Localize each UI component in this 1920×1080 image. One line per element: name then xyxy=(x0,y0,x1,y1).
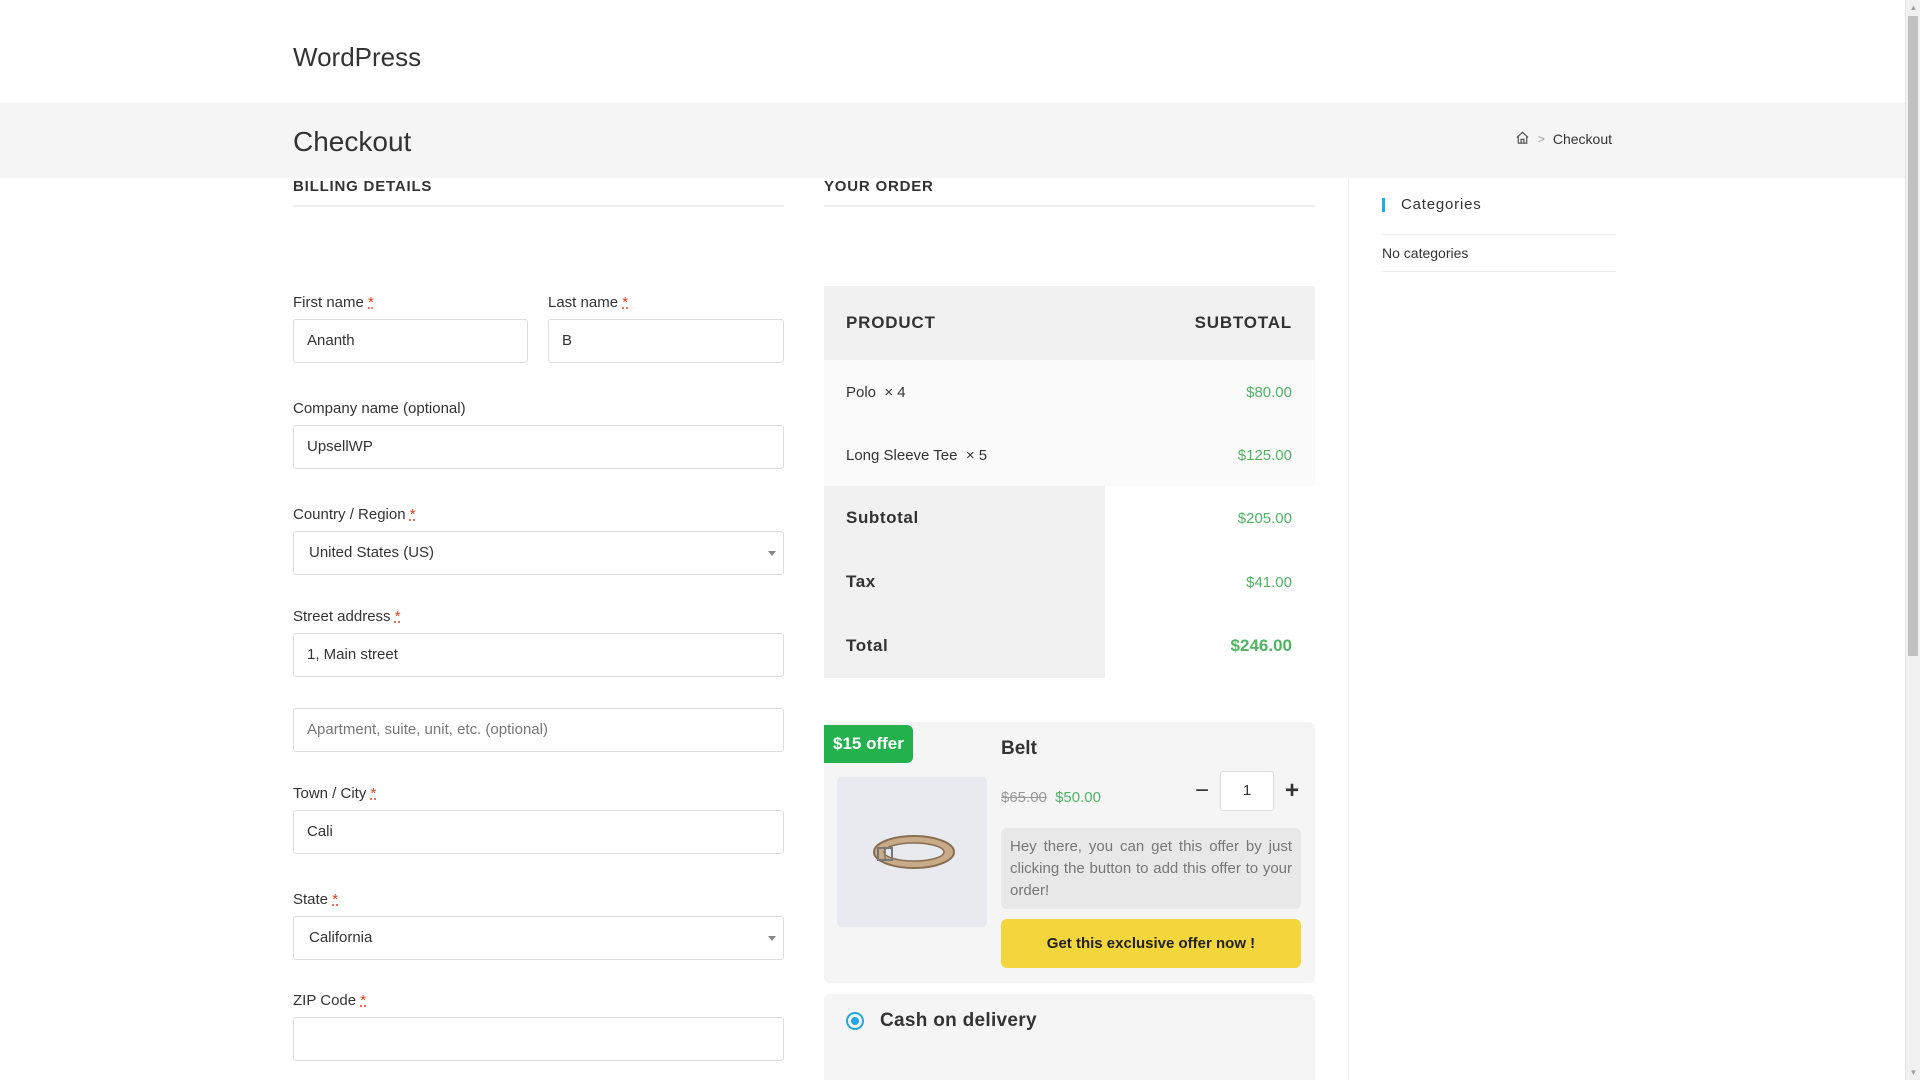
order-heading: YOUR ORDER xyxy=(824,121,1315,207)
get-offer-button[interactable]: Get this exclusive offer now ! xyxy=(1001,919,1301,968)
total-label: Total xyxy=(824,614,1105,678)
subtotal-value: $205.00 xyxy=(1237,509,1292,527)
order-table-header: PRODUCT SUBTOTAL xyxy=(824,286,1315,360)
country-select[interactable]: United States (US) xyxy=(293,531,784,575)
cart-item-row: Polo × 4 $80.00 xyxy=(824,360,1315,424)
offer-new-price: $50.00 xyxy=(1055,789,1101,806)
categories-empty: No categories xyxy=(1382,234,1616,272)
billing-heading: BILLING DETAILS xyxy=(293,121,784,207)
col-subtotal: SUBTOTAL xyxy=(1194,313,1292,332)
offer-quantity-stepper: − 1 + xyxy=(1184,771,1310,811)
company-label: Company name (optional) xyxy=(293,400,466,417)
offer-prices: $65.00 $50.00 xyxy=(1001,789,1101,806)
payment-methods: Cash on delivery xyxy=(824,994,1315,1080)
cart-item-name: Long Sleeve Tee × 5 xyxy=(846,446,988,464)
cart-item-price: $125.00 xyxy=(1237,446,1292,464)
country-label: Country / Region * xyxy=(293,506,416,523)
street2-input[interactable]: Apartment, suite, unit, etc. (optional) xyxy=(293,708,784,752)
scrollbar-thumb[interactable] xyxy=(1908,16,1918,656)
first-name-field: First name * Ananth xyxy=(293,294,528,363)
belt-product-image[interactable] xyxy=(837,777,987,927)
street2-field: Apartment, suite, unit, etc. (optional) xyxy=(293,708,784,752)
payment-radio[interactable] xyxy=(846,1012,864,1030)
city-field: Town / City * Cali xyxy=(293,785,784,854)
breadcrumb-separator: > xyxy=(1537,132,1545,146)
company-field: Company name (optional) UpsellWP xyxy=(293,400,784,469)
breadcrumb: > Checkout xyxy=(1515,130,1612,148)
page: WordPress Checkout > Checkout BILLING DE… xyxy=(0,0,1905,1080)
categories-widget-title: Categories xyxy=(1382,197,1616,212)
chevron-down-icon xyxy=(768,551,776,556)
company-input[interactable]: UpsellWP xyxy=(293,425,784,469)
street-field: Street address * 1, Main street xyxy=(293,608,784,677)
city-input[interactable]: Cali xyxy=(293,810,784,854)
total-value: $246.00 xyxy=(1230,636,1292,655)
payment-method-label[interactable]: Cash on delivery xyxy=(880,1010,1037,1032)
col-product: PRODUCT xyxy=(846,313,936,332)
zip-field: ZIP Code * xyxy=(293,992,784,1061)
country-value: United States (US) xyxy=(309,544,435,561)
total-row: Total $246.00 xyxy=(824,614,1315,678)
state-select[interactable]: California xyxy=(293,916,784,960)
zip-input[interactable] xyxy=(293,1017,784,1061)
order-section: YOUR ORDER PRODUCT SUBTOTAL Polo × 4 $80… xyxy=(824,178,1315,1080)
last-name-label: Last name * xyxy=(548,294,629,311)
site-title[interactable]: WordPress xyxy=(293,42,421,73)
first-name-input[interactable]: Ananth xyxy=(293,319,528,363)
breadcrumb-current[interactable]: Checkout xyxy=(1553,131,1612,147)
minus-icon[interactable]: − xyxy=(1184,777,1220,805)
tax-value: $41.00 xyxy=(1246,573,1292,591)
cart-item-price: $80.00 xyxy=(1246,383,1292,401)
subtotal-label: Subtotal xyxy=(824,486,1105,550)
tax-row: Tax $41.00 xyxy=(824,550,1315,614)
street-input[interactable]: 1, Main street xyxy=(293,633,784,677)
chevron-down-icon xyxy=(768,936,776,941)
offer-product-title[interactable]: Belt xyxy=(1001,738,1037,760)
upsell-offer-card: $15 offer Belt $65.00 $50.00 − 1 + Hey t… xyxy=(824,722,1315,983)
zip-label: ZIP Code * xyxy=(293,992,367,1009)
home-icon[interactable] xyxy=(1515,130,1530,148)
offer-quantity-input[interactable]: 1 xyxy=(1220,771,1274,811)
state-value: California xyxy=(309,929,373,946)
site-header: WordPress xyxy=(0,0,1905,104)
last-name-input[interactable]: B xyxy=(548,319,784,363)
state-label: State * xyxy=(293,891,339,908)
offer-old-price: $65.00 xyxy=(1001,789,1047,806)
scroll-down-icon[interactable]: ▼ xyxy=(1906,1065,1920,1080)
street-label: Street address * xyxy=(293,608,401,625)
last-name-field: Last name * B xyxy=(548,294,784,363)
cart-item-row: Long Sleeve Tee × 5 $125.00 xyxy=(824,424,1315,486)
offer-message: Hey there, you can get this offer by jus… xyxy=(1001,828,1301,909)
sidebar: Categories No categories xyxy=(1348,178,1616,1080)
cart-item-name: Polo × 4 xyxy=(846,383,906,401)
scroll-up-icon[interactable]: ▲ xyxy=(1906,0,1920,15)
order-review-table: PRODUCT SUBTOTAL Polo × 4 $80.00 Long Sl… xyxy=(824,286,1315,678)
billing-section: BILLING DETAILS First name * Ananth Last… xyxy=(293,178,784,1061)
first-name-label: First name * xyxy=(293,294,374,311)
subtotal-row: Subtotal $205.00 xyxy=(824,486,1315,550)
plus-icon[interactable]: + xyxy=(1274,777,1310,805)
country-field: Country / Region * United States (US) xyxy=(293,506,784,575)
tax-label: Tax xyxy=(824,550,1105,614)
page-scrollbar[interactable]: ▲ ▼ xyxy=(1905,0,1920,1080)
offer-badge: $15 offer xyxy=(824,725,913,763)
city-label: Town / City * xyxy=(293,785,377,802)
state-field: State * California xyxy=(293,891,784,960)
